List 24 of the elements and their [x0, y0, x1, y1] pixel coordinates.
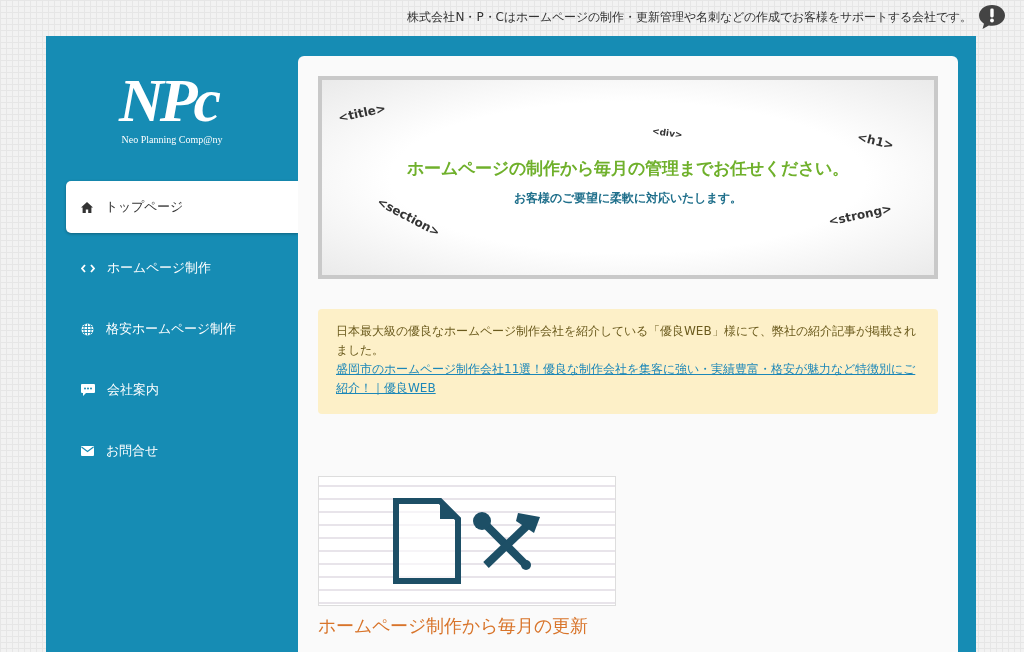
- html-tag-label: <strong>: [827, 201, 894, 229]
- globe-icon: [81, 322, 94, 336]
- nav-item[interactable]: お問合せ: [66, 425, 298, 477]
- html-tag-label: <div>: [651, 125, 684, 141]
- notice-text: 日本最大級の優良なホームページ制作会社を紹介している「優良WEB」様にて、弊社の紹介記事が掲載されました。: [336, 324, 916, 357]
- banner-subline: お客様のご要望に柔軟に対応いたします。: [514, 189, 742, 207]
- html-tag-label: <h1>: [855, 129, 896, 153]
- document-icon: [392, 497, 462, 585]
- home-icon: [81, 201, 93, 213]
- logo-mark: NPc: [117, 68, 219, 132]
- envelope-icon: [81, 446, 94, 456]
- nav-item[interactable]: 会社案内: [66, 364, 298, 416]
- nav-item[interactable]: 格安ホームページ制作: [66, 303, 298, 355]
- banner-headline: ホームページの制作から毎月の管理までお任せください。: [407, 156, 849, 180]
- tagline: 株式会社N・P・Cはホームページの制作・更新管理や名刺などの作成でお客様をサポートする会社です。: [407, 8, 972, 26]
- nav-item[interactable]: ホームページ制作: [66, 242, 298, 294]
- html-tag-label: <title>: [337, 101, 387, 125]
- code-brackets-icon: [81, 263, 95, 273]
- nav-item[interactable]: トップページ: [66, 181, 298, 233]
- article-title: ホームページ制作から毎月の更新: [318, 614, 589, 638]
- company-name: Neo Planning Comp@ny: [121, 134, 223, 145]
- article-link[interactable]: 盛岡市のホームページ制作会社11選！優良な制作会社を集客に強い・実績豊富・格安が魅力など特徴別にご紹介！｜優良WEB: [336, 360, 920, 398]
- exclamation-bubble-icon: [978, 4, 1006, 30]
- chat-bubble-icon: [81, 384, 95, 396]
